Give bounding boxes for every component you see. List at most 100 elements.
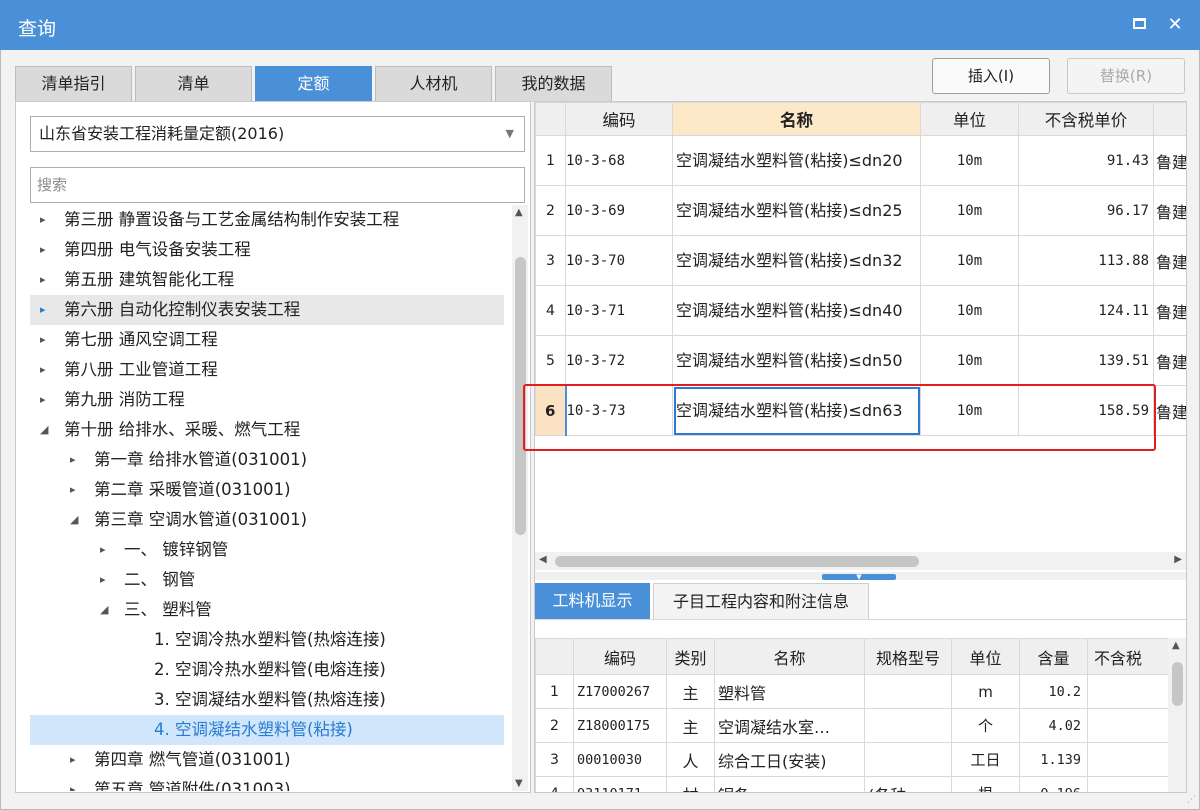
panel-splitter[interactable]: ▼ [535,572,1186,581]
expand-icon[interactable]: ▸ [70,475,76,505]
expand-icon[interactable]: ▸ [40,325,46,355]
table-row[interactable]: 3 10-3-70 空调凝结水塑料管(粘接)≤dn32 10m 113.88 鲁… [535,235,1186,286]
close-button[interactable]: ✕ [1162,12,1188,38]
tree-node[interactable]: ▸ 一、 镀锌钢管 [30,535,504,565]
tree-node[interactable]: ◢ 第十册 给排水、采暖、燃气工程 [30,415,504,445]
collapse-icon[interactable]: ◢ [40,415,48,445]
tree-node[interactable]: ▸ 第一章 给排水管道(031001) [30,445,504,475]
maximize-button[interactable] [1126,12,1152,38]
tree-node[interactable]: ▸ 第九册 消防工程 [30,385,504,415]
title-bar: 查询 ✕ [0,0,1200,50]
resource-table-header: 编码 类别 名称 规格型号 单位 含量 不含税 [535,638,1186,675]
quota-table-hscrollbar[interactable]: ◀ ▶ [535,552,1186,570]
tree-leaf-selected[interactable]: 4. 空调凝结水塑料管(粘接) [30,715,504,745]
chevron-down-icon: ▼ [505,127,514,140]
scroll-thumb[interactable] [515,257,526,535]
tree-leaf[interactable]: 2. 空调冷热水塑料管(电熔连接) [30,655,504,685]
tab-labor-material-machine[interactable]: 人材机 [375,66,492,102]
column-header-unit[interactable]: 单位 [951,638,1020,675]
column-header-code[interactable]: 编码 [573,638,667,675]
tree-node[interactable]: ▸ 第八册 工业管道工程 [30,355,504,385]
tree-node[interactable]: ▸ 第二章 采暖管道(031001) [30,475,504,505]
tree-node[interactable]: ▸ 第七册 通风空调工程 [30,325,504,355]
column-header-code[interactable]: 编码 [565,102,673,136]
expand-icon[interactable]: ▸ [100,565,106,595]
scroll-thumb[interactable] [1172,662,1183,706]
tree-node[interactable]: ▸ 第四章 燃气管道(031001) [30,745,504,775]
table-row-selected[interactable]: 6 10-3-73 空调凝结水塑料管(粘接)≤dn63 10m 158.59 鲁… [535,385,1186,436]
search-field[interactable] [30,167,525,203]
table-row[interactable]: 2 Z18000175 主 空调凝结水室… 个 4.02 [535,708,1186,743]
search-input[interactable] [37,169,507,201]
table-row[interactable]: 3 00010030 人 综合工日(安装) 工日 1.139 [535,742,1186,777]
tree-node[interactable]: ▸ 第六册 自动化控制仪表安装工程 [30,295,504,325]
expand-icon[interactable]: ▸ [100,535,106,565]
library-select-value: 山东省安装工程消耗量定额(2016) [39,124,285,143]
quota-tree: ▸ 第三册 静置设备与工艺金属结构制作安装工程 ▸ 第四册 电气设备安装工程 ▸ 第五… [30,205,504,791]
table-row[interactable]: 5 10-3-72 空调凝结水塑料管(粘接)≤dn50 10m 139.51 鲁… [535,335,1186,386]
tree-node[interactable]: ▸ 第四册 电气设备安装工程 [30,235,504,265]
quota-table-header: 编码 名称 单位 不含税单价 [535,102,1186,136]
resize-grip-icon[interactable]: ⋰ [1187,795,1196,805]
name-cell-active[interactable]: 空调凝结水塑料管(粘接)≤dn63 [672,385,921,436]
tree-node[interactable]: ▸ 第五章 管道附件(031003) [30,775,504,791]
collapse-icon[interactable]: ◢ [100,595,108,625]
tree-node[interactable]: ▸ 第三册 静置设备与工艺金属结构制作安装工程 [30,205,504,235]
scroll-up-icon[interactable]: ▲ [515,207,523,218]
scroll-up-icon[interactable]: ▲ [1172,640,1180,651]
tree-node[interactable]: ◢ 三、 塑料管 [30,595,504,625]
insert-button[interactable]: 插入(I) [932,58,1050,94]
column-header-name[interactable]: 名称 [714,638,865,675]
library-select[interactable]: 山东省安装工程消耗量定额(2016) ▼ [30,116,525,152]
quota-tree-panel: 山东省安装工程消耗量定额(2016) ▼ ▸第三册 静置设备与工艺金属结构制作安… [15,101,531,793]
collapse-icon[interactable]: ◢ [70,505,78,535]
quota-table: 编码 名称 单位 不含税单价 1 10-3-68 空调凝结水塑料管(粘接)≤dn… [535,102,1186,436]
column-header-spec[interactable]: 规格型号 [864,638,952,675]
column-header-name[interactable]: 名称 [672,102,921,136]
resource-table-vscrollbar[interactable]: ▲ ▼ [1168,638,1186,792]
tab-resource-display[interactable]: 工料机显示 [535,583,650,619]
window-title: 查询 [18,18,57,40]
tree-scrollbar[interactable]: ▲ ▼ [512,205,528,791]
tab-my-data[interactable]: 我的数据 [495,66,612,102]
table-row[interactable]: 4 03110171 材 锯条 (各种… 根 0.196 [535,776,1186,792]
scroll-right-icon[interactable]: ▶ [1174,554,1182,565]
scroll-thumb[interactable] [555,556,919,567]
scroll-down-icon[interactable]: ▼ [515,778,523,789]
tree-node[interactable]: ◢ 第三章 空调水管道(031001) [30,505,504,535]
expand-icon[interactable]: ▸ [40,355,46,385]
column-header[interactable] [1153,102,1186,136]
column-header [535,102,566,136]
tree-leaf[interactable]: 1. 空调冷热水塑料管(热熔连接) [30,625,504,655]
expand-icon[interactable]: ▸ [40,295,46,325]
table-row[interactable]: 1 Z17000267 主 塑料管 m 10.2 [535,674,1186,709]
column-header-price[interactable]: 不含税单价 [1018,102,1154,136]
expand-icon[interactable]: ▸ [40,235,46,265]
table-row[interactable]: 2 10-3-69 空调凝结水塑料管(粘接)≤dn25 10m 96.17 鲁建 [535,185,1186,236]
tab-quota[interactable]: 定额 [255,66,372,102]
tree-node[interactable]: ▸ 第五册 建筑智能化工程 [30,265,504,295]
scroll-left-icon[interactable]: ◀ [539,554,547,565]
expand-icon[interactable]: ▸ [40,385,46,415]
table-row[interactable]: 4 10-3-71 空调凝结水塑料管(粘接)≤dn40 10m 124.11 鲁… [535,285,1186,336]
quota-detail-panel: 编码 名称 单位 不含税单价 1 10-3-68 空调凝结水塑料管(粘接)≤dn… [534,101,1187,793]
maximize-icon [1132,18,1146,29]
tab-content-notes[interactable]: 子目工程内容和附注信息 [653,583,869,619]
expand-icon[interactable]: ▸ [40,205,46,235]
tree-node[interactable]: ▸ 二、 钢管 [30,565,504,595]
table-row[interactable]: 1 10-3-68 空调凝结水塑料管(粘接)≤dn20 10m 91.43 鲁建 [535,135,1186,186]
tree-leaf[interactable]: 3. 空调凝结水塑料管(热熔连接) [30,685,504,715]
detail-tabs: 工料机显示 子目工程内容和附注信息 [535,580,1186,620]
column-header-qty[interactable]: 含量 [1019,638,1088,675]
column-header-unit[interactable]: 单位 [920,102,1019,136]
replace-button[interactable]: 替换(R) [1067,58,1185,94]
tab-list-guide[interactable]: 清单指引 [15,66,132,102]
column-header-type[interactable]: 类别 [666,638,715,675]
expand-icon[interactable]: ▸ [40,265,46,295]
expand-icon[interactable]: ▸ [70,445,76,475]
query-window: 清单指引 清单 定额 人材机 我的数据 插入(I) 替换(R) 山东省安装工程消… [0,50,1200,810]
expand-icon[interactable]: ▸ [70,775,76,791]
resource-table: 编码 类别 名称 规格型号 单位 含量 不含税 1 Z17000267 主 塑料… [535,638,1186,792]
expand-icon[interactable]: ▸ [70,745,76,775]
tab-bill[interactable]: 清单 [135,66,252,102]
